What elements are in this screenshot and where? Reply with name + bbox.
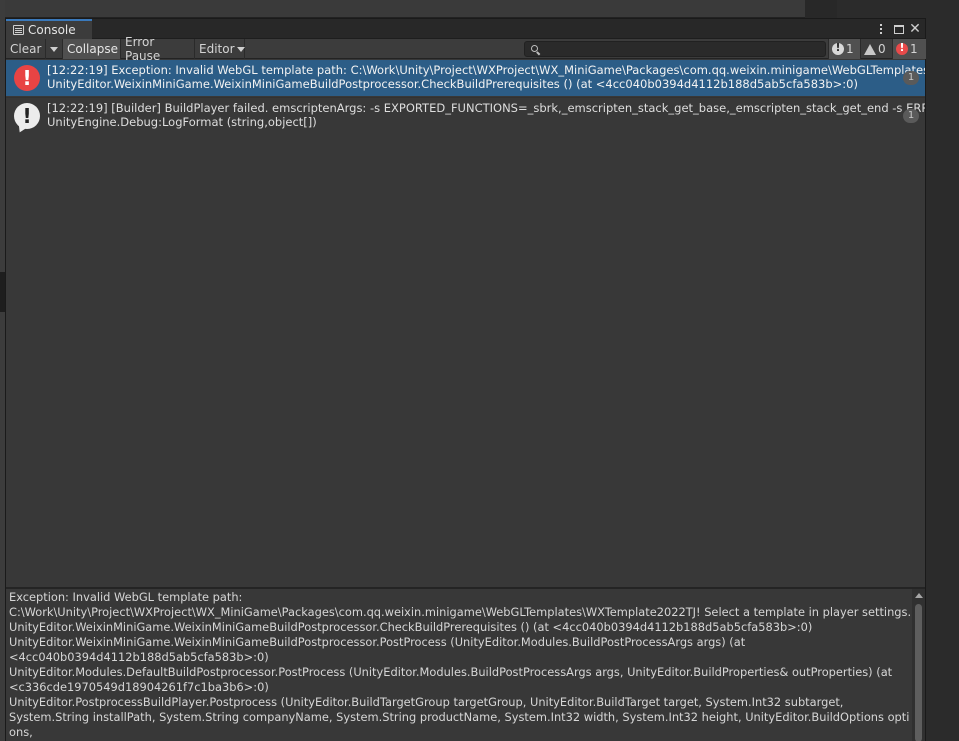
error-count: 1: [910, 42, 918, 56]
log-entry-line: UnityEditor.WeixinMiniGame.WeixinMiniGam…: [47, 77, 858, 91]
info-filter-toggle[interactable]: 1: [828, 39, 860, 59]
chevron-down-icon: [50, 46, 58, 52]
info-icon: [832, 41, 844, 55]
scrollbar-thumb[interactable]: [915, 604, 922, 741]
log-entry[interactable]: [12:22:19] Exception: Invalid WebGL temp…: [6, 60, 925, 96]
search-icon: [531, 45, 538, 52]
search-field[interactable]: [524, 41, 826, 57]
warning-icon: [864, 43, 876, 55]
collapse-toggle[interactable]: Collapse: [63, 39, 121, 59]
editor-dropdown-label: Editor: [199, 42, 235, 56]
log-entry-text: [12:22:19] Exception: Invalid WebGL temp…: [47, 63, 925, 91]
warning-filter-toggle[interactable]: 0: [860, 39, 892, 59]
collapse-count-badge: 1: [903, 71, 919, 85]
scroll-up-arrow-icon[interactable]: [915, 593, 923, 598]
console-toolbar: Clear Collapse Error Pause Editor 1 0 1: [6, 35, 926, 63]
console-icon: [13, 25, 24, 35]
editor-target-dropdown[interactable]: Editor: [195, 39, 245, 59]
console-window: Console ✕ Clear Collapse Error Pause Edi…: [5, 18, 926, 741]
log-entry-text: [12:22:19] [Builder] BuildPlayer failed.…: [47, 101, 925, 129]
window-menu-button[interactable]: [873, 20, 889, 38]
clear-options-dropdown[interactable]: [46, 39, 63, 59]
log-entry-line: UnityEngine.Debug:LogFormat (string,obje…: [47, 115, 317, 129]
log-entry-line: [12:22:19] [Builder] BuildPlayer failed.…: [47, 101, 925, 115]
error-filter-toggle[interactable]: 1: [892, 39, 926, 59]
error-icon: [896, 41, 908, 55]
chevron-down-icon: [236, 46, 245, 52]
log-entry[interactable]: [12:22:19] [Builder] BuildPlayer failed.…: [6, 97, 925, 133]
warning-count: 0: [878, 42, 886, 56]
info-message-icon: [14, 103, 40, 129]
clear-button[interactable]: Clear: [6, 39, 46, 59]
log-entry-list[interactable]: [12:22:19] Exception: Invalid WebGL temp…: [6, 60, 925, 587]
error-pause-toggle[interactable]: Error Pause: [121, 35, 195, 63]
stack-trace-text: Exception: Invalid WebGL template path: …: [9, 590, 912, 741]
collapse-count-badge: 1: [903, 109, 919, 123]
maximize-button[interactable]: [891, 20, 907, 38]
kebab-menu-icon: [880, 24, 882, 34]
tab-console-label: Console: [28, 23, 76, 37]
maximize-icon: [894, 24, 904, 34]
close-button[interactable]: ✕: [907, 20, 923, 38]
scene-view-background: [0, 0, 805, 18]
tab-console[interactable]: Console: [6, 19, 92, 39]
stack-trace-panel: Exception: Invalid WebGL template path: …: [6, 589, 925, 741]
detail-scrollbar[interactable]: [912, 589, 925, 741]
search-input[interactable]: [541, 42, 821, 56]
close-icon: ✕: [909, 21, 921, 37]
info-count: 1: [846, 42, 854, 56]
error-icon: [14, 65, 40, 91]
log-entry-line: [12:22:19] Exception: Invalid WebGL temp…: [47, 63, 925, 77]
